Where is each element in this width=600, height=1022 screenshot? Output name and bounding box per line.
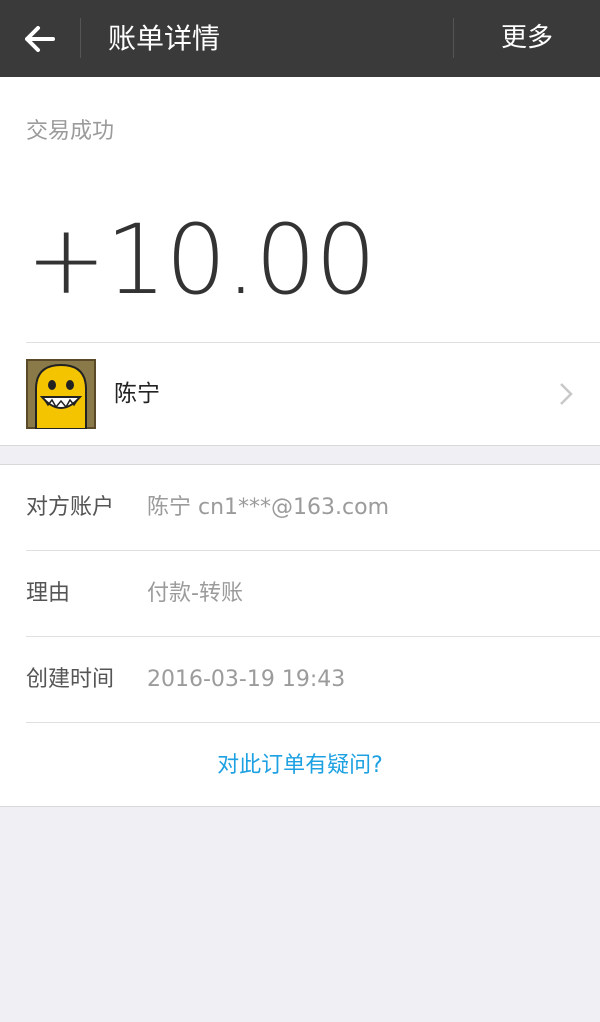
detail-value: 付款-转账: [147, 581, 243, 606]
payer-name: 陈宁: [114, 381, 160, 407]
section-divider: [0, 445, 600, 446]
arrow-left-icon: [25, 25, 55, 52]
chevron-right-icon: [560, 383, 573, 405]
order-question-link[interactable]: 对此订单有疑问?: [0, 723, 600, 809]
detail-row-account: 对方账户 陈宁 cn1***@163.com: [0, 465, 600, 551]
transaction-status: 交易成功: [26, 119, 115, 144]
more-button[interactable]: 更多: [454, 0, 600, 77]
payer-row[interactable]: 陈宁: [0, 343, 600, 445]
transaction-details-card: 对方账户 陈宁 cn1***@163.com 理由 付款-转账 创建时间 201…: [0, 464, 600, 807]
transaction-amount: +10.00: [26, 204, 376, 316]
detail-label: 对方账户: [26, 495, 115, 520]
detail-row-created-time: 创建时间 2016-03-19 19:43: [0, 637, 600, 723]
header-divider: [80, 18, 81, 58]
back-button[interactable]: [0, 0, 80, 77]
detail-label: 创建时间: [26, 667, 115, 692]
detail-value: 陈宁 cn1***@163.com: [147, 495, 390, 520]
top-nav-bar: 账单详情 更多: [0, 0, 600, 77]
detail-value: 2016-03-19 19:43: [147, 667, 346, 692]
detail-label: 理由: [26, 581, 71, 606]
detail-row-reason: 理由 付款-转账: [0, 551, 600, 637]
page-title: 账单详情: [108, 22, 221, 55]
avatar: [26, 359, 96, 429]
